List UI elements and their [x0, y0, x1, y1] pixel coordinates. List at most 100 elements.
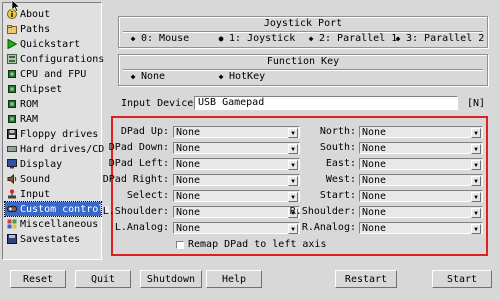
- savestate-icon: [7, 234, 17, 244]
- sidebar-item-input[interactable]: Input: [5, 187, 101, 201]
- r-shoulder-dropdown[interactable]: None ▼: [359, 206, 483, 218]
- radio-label: 3: Parallel 2: [406, 33, 485, 44]
- joystick-port-option-2[interactable]: ◆ 2: Parallel 1: [307, 33, 398, 44]
- r-analog-dropdown[interactable]: None ▼: [359, 222, 483, 234]
- quit-button[interactable]: Quit: [75, 270, 131, 288]
- joystick-port-option-0[interactable]: ◆ 0: Mouse: [129, 33, 190, 44]
- radio-unselected-icon: ◆: [130, 33, 136, 43]
- sidebar-item-miscellaneous[interactable]: Miscellaneous: [5, 217, 101, 231]
- l-analog-label: L.Analog:: [114, 222, 169, 233]
- sidebar-item-label: Sound: [20, 173, 51, 185]
- sidebar-item-label: Quickstart: [20, 38, 81, 50]
- dropdown-arrow-icon[interactable]: ▼: [288, 224, 298, 234]
- restart-button[interactable]: Restart: [335, 270, 397, 288]
- dropdown-arrow-icon[interactable]: ▼: [471, 128, 481, 138]
- sidebar-panel: About Paths Quickstart Configurations CP…: [2, 2, 110, 260]
- dropdown-arrow-icon[interactable]: ▼: [288, 144, 298, 154]
- east-dropdown[interactable]: None ▼: [359, 158, 483, 170]
- dropdown-value: None: [362, 175, 387, 186]
- east-label: East:: [325, 158, 356, 169]
- dropdown-value: None: [176, 223, 201, 234]
- start-dropdown[interactable]: None ▼: [359, 190, 483, 202]
- north-dropdown[interactable]: None ▼: [359, 126, 483, 138]
- sidebar-item-label: Chipset: [20, 83, 63, 95]
- remap-dpad-checkbox[interactable]: Remap DPad to left axis: [176, 239, 326, 250]
- reset-button[interactable]: Reset: [10, 270, 66, 288]
- south-dropdown[interactable]: None ▼: [359, 142, 483, 154]
- sidebar-item-label: Custom controls: [20, 203, 111, 215]
- sidebar-item-label: Savestates: [20, 233, 81, 245]
- input-device-label: Input Device:: [121, 98, 200, 109]
- chip-icon: [7, 84, 17, 94]
- r-analog-label: R.Analog:: [301, 222, 356, 233]
- remap-dpad-label: Remap DPad to left axis: [188, 239, 327, 250]
- sidebar-item-cpu-fpu[interactable]: CPU and FPU: [5, 67, 101, 81]
- l-shoulder-label: L.Shoulder:: [102, 206, 169, 217]
- folder-icon: [7, 24, 17, 34]
- sidebar-item-hard-drives[interactable]: Hard drives/CD: [5, 142, 104, 156]
- sidebar-item-paths[interactable]: Paths: [5, 22, 101, 36]
- sidebar-item-rom[interactable]: ROM: [5, 97, 101, 111]
- input-device-tag[interactable]: [N]: [467, 98, 485, 109]
- dropdown-value: None: [362, 191, 387, 202]
- function-key-title: Function Key: [266, 56, 340, 67]
- chip-icon: [7, 69, 17, 79]
- radio-label: 1: Joystick: [229, 33, 296, 44]
- dropdown-arrow-icon[interactable]: ▼: [288, 176, 298, 186]
- dpad-up-label: DPad Up:: [120, 126, 169, 137]
- sidebar-item-label: Display: [20, 158, 63, 170]
- function-key-group: Function Key ◆ None ◆ HotKey: [118, 54, 488, 86]
- west-label: West:: [325, 174, 356, 185]
- dpad-up-dropdown[interactable]: None ▼: [173, 126, 300, 138]
- dropdown-value: None: [362, 127, 387, 138]
- dropdown-arrow-icon[interactable]: ▼: [471, 160, 481, 170]
- dropdown-arrow-icon[interactable]: ▼: [288, 160, 298, 170]
- sidebar-item-label: Floppy drives: [20, 128, 99, 140]
- sidebar-item-ram[interactable]: RAM: [5, 112, 101, 126]
- sidebar-item-configurations[interactable]: Configurations: [5, 52, 104, 66]
- r-shoulder-label: R.Shoulder:: [289, 206, 356, 217]
- monitor-icon: [7, 159, 17, 169]
- dropdown-value: None: [362, 159, 387, 170]
- start-button[interactable]: Start: [432, 270, 492, 288]
- input-device-field[interactable]: USB Gamepad: [194, 96, 458, 110]
- west-dropdown[interactable]: None ▼: [359, 174, 483, 186]
- sidebar-item-chipset[interactable]: Chipset: [5, 82, 101, 96]
- sidebar-item-savestates[interactable]: Savestates: [5, 232, 101, 246]
- shutdown-button[interactable]: Shutdown: [140, 270, 202, 288]
- sidebar-item-sound[interactable]: Sound: [5, 172, 101, 186]
- joystick-port-option-3[interactable]: ◆ 3: Parallel 2: [394, 33, 485, 44]
- dropdown-arrow-icon[interactable]: ▼: [471, 208, 481, 218]
- sidebar-item-label: About: [20, 8, 51, 20]
- dropdown-arrow-icon[interactable]: ▼: [288, 128, 298, 138]
- speaker-icon: [7, 174, 17, 184]
- sidebar-item-floppy-drives[interactable]: Floppy drives: [5, 127, 101, 141]
- dpad-right-dropdown[interactable]: None ▼: [173, 174, 300, 186]
- radio-label: 0: Mouse: [141, 33, 190, 44]
- function-key-option-hotkey[interactable]: ◆ HotKey: [217, 71, 266, 82]
- l-shoulder-dropdown[interactable]: None ▼: [173, 206, 300, 218]
- help-button[interactable]: Help: [206, 270, 262, 288]
- dropdown-arrow-icon[interactable]: ▼: [471, 176, 481, 186]
- dropdown-arrow-icon[interactable]: ▼: [471, 144, 481, 154]
- dropdown-arrow-icon[interactable]: ▼: [288, 192, 298, 202]
- dropdown-value: None: [176, 127, 201, 138]
- dropdown-value: None: [362, 207, 387, 218]
- l-analog-dropdown[interactable]: None ▼: [173, 222, 300, 234]
- dpad-left-dropdown[interactable]: None ▼: [173, 158, 300, 170]
- dropdown-value: None: [176, 159, 201, 170]
- dpad-down-dropdown[interactable]: None ▼: [173, 142, 300, 154]
- dropdown-arrow-icon[interactable]: ▼: [471, 192, 481, 202]
- select-dropdown[interactable]: None ▼: [173, 190, 300, 202]
- gamepad-icon: [7, 204, 17, 214]
- chip-icon: [7, 114, 17, 124]
- dropdown-arrow-icon[interactable]: ▼: [471, 224, 481, 234]
- sidebar-item-custom-controls[interactable]: Custom controls: [4, 201, 110, 217]
- function-key-option-none[interactable]: ◆ None: [129, 71, 166, 82]
- harddrive-icon: [7, 144, 17, 154]
- sidebar-item-label: CPU and FPU: [20, 68, 87, 80]
- radio-label: 2: Parallel 1: [319, 33, 398, 44]
- sidebar-item-quickstart[interactable]: Quickstart: [5, 37, 101, 51]
- joystick-port-option-1[interactable]: ● 1: Joystick: [217, 33, 296, 44]
- sidebar-item-display[interactable]: Display: [5, 157, 101, 171]
